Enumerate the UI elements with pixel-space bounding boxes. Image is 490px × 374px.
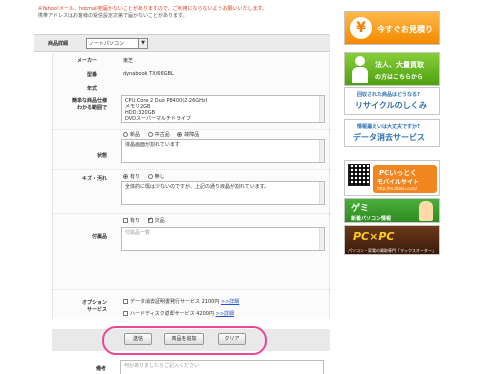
radio-icon <box>123 132 128 137</box>
item-form: 商品詳細 ノートパソコン ▼ メーカー 東芝 型番 dynabook TX/66… <box>34 34 331 374</box>
divider <box>53 169 331 170</box>
spec-label: 簡単な商品仕様 わかる範囲で <box>53 97 107 111</box>
option-service-label: オプション サービス <box>53 299 107 313</box>
remarks-textarea[interactable]: 何かありましたらご記入ください <box>120 360 324 374</box>
scrollbar[interactable] <box>319 96 324 122</box>
detail-header: 商品詳細 ノートパソコン ▼ <box>34 34 330 52</box>
spec-textarea[interactable]: CPU:Core 2 Duo P8400(2.26GHz) メモリ2GB HDD… <box>121 95 325 123</box>
option-1-detail-link[interactable]: >>詳細 <box>221 299 239 305</box>
estimate-banner[interactable]: ¥ 今すぐお見積り <box>344 11 440 45</box>
scratch-option-no[interactable]: 無し <box>147 174 165 180</box>
clear-button[interactable]: クリア <box>218 333 246 345</box>
checkbox-icon <box>123 299 128 304</box>
year-label: 年式 <box>86 86 97 92</box>
pc-shop-logo-icon: PC×PC <box>353 230 395 243</box>
option-2[interactable]: ハードディスク返却サービス 4200円 >>詳細 <box>123 310 234 317</box>
condition-text: 液晶画面が割れています <box>125 142 180 148</box>
model-value: dynabook TX/66GBL <box>123 71 174 77</box>
notice-line-2: 携帯アドレスはお客様の受信設定次第で届かないことがあります。 <box>38 13 188 19</box>
mobile-site-banner[interactable]: PCいっとく モバイルサイト http://m.ittoku.com/ <box>344 160 440 196</box>
pc-shop-label: パソコン・家電の買取専門「マックスオーター」 <box>348 248 436 253</box>
accessories-textarea[interactable]: 付属品一覧 <box>121 227 325 251</box>
gemi-logo-icon: ゲミ <box>351 204 369 214</box>
sidebar: ¥ 今すぐお見積り 法人、大量買取 の方はこちらから 回収された商品はどうなる?… <box>344 0 444 374</box>
condition-option-broken[interactable]: 故障品 <box>177 132 199 138</box>
divider <box>53 289 331 290</box>
scratch-options: 有り 無し <box>123 173 171 180</box>
character-icon <box>419 201 433 221</box>
notice-line-1: ※Yahoo!メール、hotmail宛届かないことがありますので、ご利用にならな… <box>38 6 268 12</box>
accessories-label: 付属品 <box>91 234 107 240</box>
condition-options: 新品 中古品 故障品 <box>123 131 205 138</box>
corporate-banner[interactable]: 法人、大量買取 の方はこちらから <box>344 52 440 86</box>
corporate-label-1: 法人、大量買取 <box>375 61 424 69</box>
gemi-banner[interactable]: ゲミ 新着パソコン情報 <box>344 198 440 223</box>
data-erase-banner[interactable]: 情報漏えいは大丈夫ですか? データ消去サービス <box>344 119 440 147</box>
option-label-line-2: サービス <box>86 307 107 313</box>
recycle-banner[interactable]: 回収された商品はどうなる? リサイクルのしくみ <box>344 87 440 115</box>
category-select-value: ノートパソコン <box>89 41 125 47</box>
pc-shop-banner[interactable]: PC×PC パソコン・家電の買取専門「マックスオーター」 <box>344 225 440 255</box>
remarks-placeholder: 何かありましたらご記入ください <box>124 363 200 369</box>
scrollbar[interactable] <box>319 140 324 162</box>
radio-icon <box>147 132 153 137</box>
checkbox-checked-icon <box>147 216 153 223</box>
mobile-badge: PCいっとく モバイルサイト http://m.ittoku.com/ <box>373 165 437 193</box>
scratch-textarea[interactable]: 全体的に傷は少ないのですが、上記の通り液晶が割れています。 <box>121 181 325 205</box>
option-2-text: ハードディスク返却サービス 4200円 <box>130 311 214 317</box>
radio-icon <box>147 174 153 179</box>
recycle-sub: 回収された商品はどうなる? <box>357 92 420 98</box>
mobile-label-2: モバイルサイト <box>377 179 420 186</box>
option-2-detail-link[interactable]: >>詳細 <box>216 311 234 317</box>
accessories-option-missing[interactable]: 欠品 <box>147 216 165 224</box>
recycle-label: リサイクルのしくみ <box>355 101 427 110</box>
radio-checked-icon <box>177 132 183 137</box>
scrollbar[interactable] <box>319 182 324 204</box>
gemi-sub: 新着パソコン情報 <box>351 216 392 222</box>
erase-sub: 情報漏えいは大丈夫ですか? <box>357 124 420 130</box>
spec-label-line-2: わかる範囲で <box>76 105 107 111</box>
condition-label: 状態 <box>96 153 107 159</box>
mobile-url: http://m.ittoku.com/ <box>377 186 418 191</box>
accessories-placeholder: 付属品一覧 <box>125 230 151 236</box>
scratch-label: キズ・汚れ <box>81 176 107 182</box>
checkbox-icon <box>123 218 128 223</box>
scrollbar[interactable] <box>319 228 324 250</box>
condition-option-new[interactable]: 新品 <box>123 132 140 138</box>
condition-option-used[interactable]: 中古品 <box>147 132 170 138</box>
maker-label: メーカー <box>76 58 97 64</box>
option-label-line-1: オプション <box>81 300 107 306</box>
estimate-label: 今すぐお見積り <box>377 25 433 34</box>
condition-textarea[interactable]: 液晶画面が割れています <box>121 139 325 163</box>
add-item-button[interactable]: 商品を追加 <box>164 333 204 345</box>
checkbox-icon <box>123 311 128 316</box>
corporate-label-2: の方はこちらから <box>375 74 424 81</box>
yen-icon: ¥ <box>350 17 372 39</box>
radio-checked-icon <box>123 174 128 179</box>
divider <box>53 129 331 130</box>
scratch-option-yes[interactable]: 有り <box>123 174 140 180</box>
maker-value: 東芝 <box>123 58 134 64</box>
detail-header-label: 商品詳細 <box>48 41 69 47</box>
spec-label-line-1: 簡単な商品仕様 <box>71 98 107 104</box>
spec-line: DVDスーパーマルチドライブ <box>125 116 191 122</box>
erase-label: データ消去サービス <box>353 133 425 142</box>
person-icon <box>349 56 371 84</box>
notice: ※Yahoo!メール、hotmail宛届かないことがありますので、ご利用にならな… <box>38 6 328 20</box>
model-label: 型番 <box>86 72 97 78</box>
detail-panel: メーカー 東芝 型番 dynabook TX/66GBL 年式 簡単な商品仕様 … <box>52 53 331 319</box>
divider <box>53 213 331 214</box>
qr-code-icon <box>348 164 370 186</box>
option-1-text: データ消去証明書発行サービス 2100円 <box>130 299 220 305</box>
accessories-option-yes[interactable]: 有り <box>123 218 140 224</box>
remarks-label: 備考 <box>95 366 106 372</box>
scratch-text: 全体的に傷は少ないのですが、上記の通り液晶が割れています。 <box>125 184 270 190</box>
chevron-down-icon: ▼ <box>138 39 147 48</box>
accessories-options: 有り 欠品 <box>123 216 171 224</box>
submit-button[interactable]: 送信 <box>124 333 152 345</box>
option-1[interactable]: データ消去証明書発行サービス 2100円 >>詳細 <box>123 298 239 305</box>
category-select[interactable]: ノートパソコン ▼ <box>86 38 148 49</box>
